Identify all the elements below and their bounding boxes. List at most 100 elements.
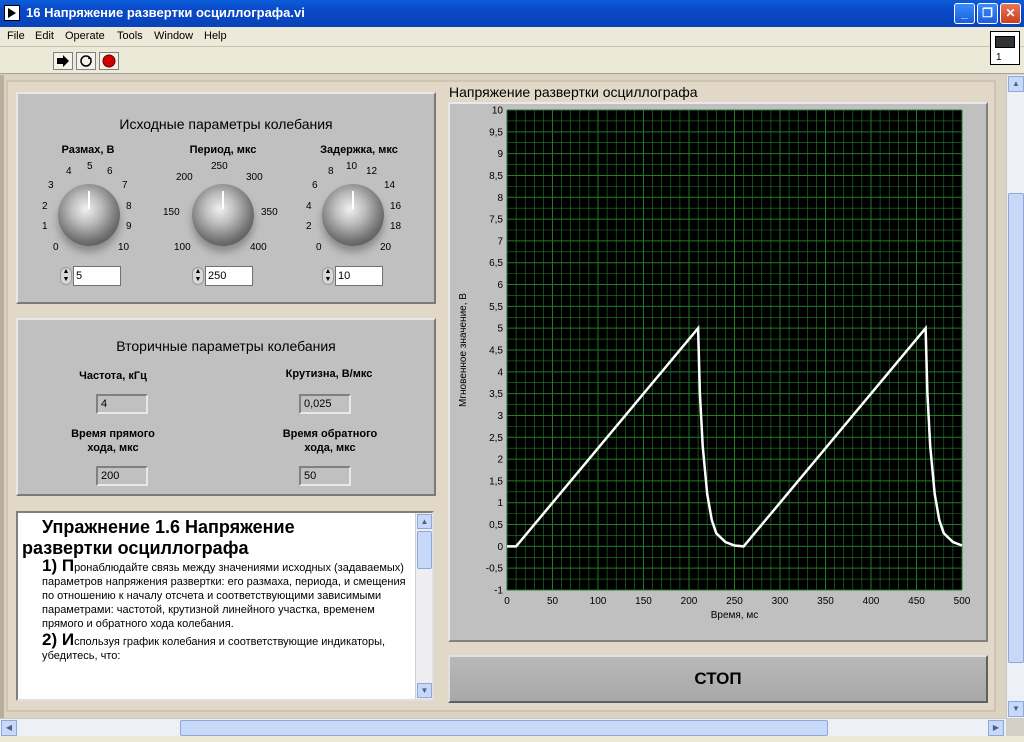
x-tick-label: 250 [726, 596, 743, 607]
menu-bar: File Edit Operate Tools Window Help [0, 27, 1024, 47]
x-tick-label: 350 [817, 596, 834, 607]
x-tick-label: 200 [681, 596, 698, 607]
amplitude-spinner[interactable]: ▲ ▼ [60, 267, 72, 285]
scroll-down-arrow-icon[interactable]: ▼ [417, 683, 432, 698]
vertical-scroll-thumb[interactable] [1008, 193, 1024, 663]
delay-tick: 0 [316, 242, 322, 253]
maximize-button[interactable]: ❐ [977, 3, 998, 24]
stop-sign-icon [102, 54, 116, 68]
graph-title: Напряжение развертки осциллографа [449, 84, 698, 100]
frequency-label: Частота, кГц [79, 370, 147, 382]
delay-label: Задержка, мкс [320, 144, 398, 156]
slope-indicator: 0,025 [299, 394, 351, 414]
x-axis-label: Время, мс [711, 610, 759, 621]
exercise-scroll-thumb[interactable] [417, 531, 432, 569]
period-tick: 300 [246, 172, 263, 183]
scroll-up-arrow-icon[interactable]: ▲ [417, 514, 432, 529]
labview-app-icon [4, 5, 20, 21]
y-tick-label: 2,5 [489, 433, 503, 444]
delay-tick: 10 [346, 161, 358, 172]
window-horizontal-scrollbar[interactable]: ◀ ▶ [0, 718, 1006, 736]
forward-time-label-line1: Время прямого [71, 428, 155, 440]
y-tick-label: 6 [497, 280, 503, 291]
reverse-time-label-line1: Время обратного [282, 428, 378, 440]
y-tick-label: 1,5 [489, 476, 503, 487]
y-tick-label: 0,5 [489, 520, 503, 531]
menu-tools[interactable]: Tools [117, 30, 143, 42]
x-tick-label: 450 [908, 596, 925, 607]
menu-help[interactable]: Help [204, 30, 227, 42]
y-tick-label: 3 [497, 411, 503, 422]
y-tick-label: 8,5 [489, 171, 503, 182]
menu-file[interactable]: File [7, 30, 25, 42]
delay-tick: 16 [390, 201, 402, 212]
period-spinner[interactable]: ▲ ▼ [192, 267, 204, 285]
x-tick-label: 500 [954, 596, 971, 607]
x-tick-label: 150 [635, 596, 652, 607]
exercise-step-1: 1) Пронаблюдайте связь между значениями … [22, 556, 414, 631]
amplitude-tick: 9 [126, 221, 132, 232]
period-tick: 400 [250, 242, 267, 253]
period-input[interactable]: 250 [205, 266, 253, 286]
minimize-button[interactable]: _ [954, 3, 975, 24]
y-tick-label: 9 [497, 149, 503, 160]
reverse-time-indicator: 50 [299, 466, 351, 486]
period-tick: 200 [176, 172, 193, 183]
slope-label: Крутизна, В/мкс [285, 368, 373, 380]
abort-button[interactable] [99, 52, 119, 70]
scroll-right-arrow-icon[interactable]: ▶ [988, 720, 1004, 736]
amplitude-tick: 5 [87, 161, 93, 172]
menu-edit[interactable]: Edit [35, 30, 54, 42]
period-tick: 250 [211, 161, 228, 172]
waveform-graph[interactable]: -1 -0,5 0 0,5 1 1,5 2 2,5 3 3,5 4 4,5 5 5,5 6 6,5 7 7,5 8 8… [450, 104, 986, 640]
amplitude-tick: 8 [126, 201, 132, 212]
window-vertical-scrollbar[interactable]: ▲ ▼ [1006, 75, 1024, 718]
y-tick-label: 5 [497, 324, 503, 335]
delay-input[interactable]: 10 [335, 266, 383, 286]
y-tick-label: 2 [497, 455, 503, 466]
step-2-number: 2) И [42, 630, 75, 649]
amplitude-tick: 6 [107, 166, 113, 177]
scroll-up-arrow-icon[interactable]: ▲ [1008, 76, 1024, 92]
x-tick-label: 100 [590, 596, 607, 607]
y-tick-label: 0 [497, 542, 503, 553]
stop-button[interactable]: СТОП [448, 655, 988, 703]
vi-connector-icon[interactable]: 1 [990, 31, 1020, 65]
scroll-down-arrow-icon[interactable]: ▼ [1008, 701, 1024, 717]
run-continuously-button[interactable] [76, 52, 96, 70]
secondary-parameters-group: Вторичные параметры колебания Частота, к… [16, 318, 436, 496]
amplitude-tick: 4 [66, 166, 72, 177]
exercise-heading-line2: развертки осциллографа [22, 538, 249, 558]
period-tick: 350 [261, 207, 278, 218]
delay-spinner[interactable]: ▲ ▼ [322, 267, 334, 285]
exercise-text-box[interactable]: Упражнение 1.6 Напряжение развертки осци… [16, 511, 434, 701]
y-tick-label: 10 [492, 106, 504, 117]
x-axis-ticks: 0 50 100 150 200 250 300 350 400 450 500 [504, 596, 971, 607]
delay-knob[interactable] [322, 184, 384, 246]
delay-tick: 2 [306, 221, 312, 232]
knob-pointer [352, 191, 354, 209]
step-1-text: ронаблюдайте связь между значениями исхо… [42, 562, 406, 630]
amplitude-input[interactable]: 5 [73, 266, 121, 286]
period-knob[interactable] [192, 184, 254, 246]
window-title: 16 Напряжение развертки осциллографа.vi [26, 5, 305, 20]
menu-window[interactable]: Window [154, 30, 193, 42]
exercise-scrollbar[interactable]: ▲ ▼ [415, 513, 432, 699]
amplitude-knob[interactable] [58, 184, 120, 246]
scroll-left-arrow-icon[interactable]: ◀ [1, 720, 17, 736]
close-button[interactable]: ✕ [1000, 3, 1021, 24]
run-button[interactable] [53, 52, 73, 70]
step-1-number: 1) П [42, 556, 75, 575]
horizontal-scroll-thumb[interactable] [180, 720, 828, 736]
x-tick-label: 400 [863, 596, 880, 607]
y-axis-ticks: -1 -0,5 0 0,5 1 1,5 2 2,5 3 3,5 4 4,5 5 5,5 6 6,5 7 7,5 8 8… [486, 106, 504, 597]
secondary-parameters-title: Вторичные параметры колебания [116, 338, 336, 354]
y-axis-label: Мгновенное значение, В [458, 293, 469, 407]
y-tick-label: 9,5 [489, 127, 503, 138]
delay-tick: 12 [366, 166, 378, 177]
menu-operate[interactable]: Operate [65, 30, 105, 42]
period-tick: 100 [174, 242, 191, 253]
y-tick-label: 7 [497, 236, 503, 247]
oscilloscope-icon [995, 36, 1015, 48]
amplitude-tick: 2 [42, 201, 48, 212]
